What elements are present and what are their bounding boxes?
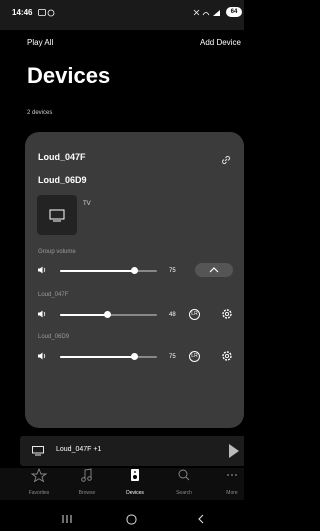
tv-label: TV — [83, 201, 91, 207]
speaker-volume-fill — [60, 356, 134, 358]
speaker-volume-value: 48 — [169, 312, 176, 318]
back-icon[interactable] — [197, 514, 205, 524]
settings-gear-icon[interactable] — [221, 308, 233, 320]
signal-wifi-icons — [193, 9, 220, 16]
nav-item-search[interactable]: Search — [164, 468, 204, 496]
settings-gear-icon[interactable] — [221, 350, 233, 362]
nav-item-browse[interactable]: Browse — [67, 468, 107, 496]
play-icon[interactable] — [228, 444, 240, 458]
group-device-name: Loud_06D9 — [38, 175, 87, 185]
speaker-volume-slider-handle[interactable] — [131, 353, 138, 360]
nav-item-favorites[interactable]: Favorites — [19, 467, 59, 496]
home-icon[interactable] — [126, 514, 137, 525]
lr-channel-icon[interactable]: LR — [189, 309, 200, 320]
group-volume-value: 75 — [169, 268, 176, 274]
speaker-volume-value: 75 — [169, 354, 176, 360]
now-playing-text: Loud_047F +1 — [56, 446, 102, 453]
page-title: Devices — [27, 63, 111, 88]
star-icon — [30, 467, 48, 483]
status-bar: 14:46 64 — [0, 0, 244, 30]
notification-icons — [38, 9, 55, 17]
tv-icon — [49, 209, 65, 222]
recent-apps-icon[interactable] — [61, 514, 73, 524]
group-volume-slider-handle[interactable] — [131, 267, 138, 274]
volume-icon — [38, 352, 46, 360]
lr-channel-icon[interactable]: LR — [189, 351, 200, 362]
speaker-icon — [131, 469, 139, 481]
volume-icon — [38, 310, 46, 318]
device-count: 2 devices — [27, 110, 53, 116]
group-volume-fill — [60, 270, 134, 272]
nav-label: Devices — [126, 490, 144, 496]
bottom-nav: Favorites Browse Devices Search More — [0, 467, 244, 500]
battery-icon: 64 — [226, 7, 242, 17]
nav-item-more[interactable]: More — [212, 468, 252, 496]
nav-label: Favorites — [28, 490, 50, 496]
tv-icon — [32, 446, 44, 456]
volume-icon — [38, 266, 46, 274]
nav-item-devices[interactable]: Devices — [115, 468, 155, 496]
group-volume-label: Group volume — [38, 249, 76, 255]
speaker-volume-fill — [60, 314, 107, 316]
speaker-volume-slider-handle[interactable] — [104, 311, 111, 318]
device-group-card[interactable]: Loud_047F Loud_06D9 TV Group volume 75 L… — [25, 132, 244, 428]
play-all-button[interactable]: Play All — [27, 38, 53, 47]
collapse-button[interactable] — [195, 263, 233, 277]
tv-source-tile[interactable] — [37, 195, 77, 235]
add-device-button[interactable]: Add Device — [200, 38, 241, 47]
nav-label: Browse — [78, 490, 96, 496]
more-icon — [227, 474, 237, 476]
speaker-label: Loud_047F — [38, 292, 69, 298]
music-note-icon — [81, 468, 92, 482]
chevron-up-icon — [209, 267, 219, 273]
link-icon[interactable] — [220, 154, 232, 166]
now-playing-bar[interactable]: Loud_047F +1 — [20, 436, 244, 466]
nav-label: More — [226, 490, 238, 496]
nav-label: Search — [176, 490, 192, 496]
speaker-label: Loud_06D9 — [38, 334, 70, 340]
search-icon — [178, 469, 190, 481]
status-time: 14:46 — [12, 8, 33, 17]
system-nav-bar — [0, 500, 244, 531]
group-device-name: Loud_047F — [38, 152, 86, 162]
